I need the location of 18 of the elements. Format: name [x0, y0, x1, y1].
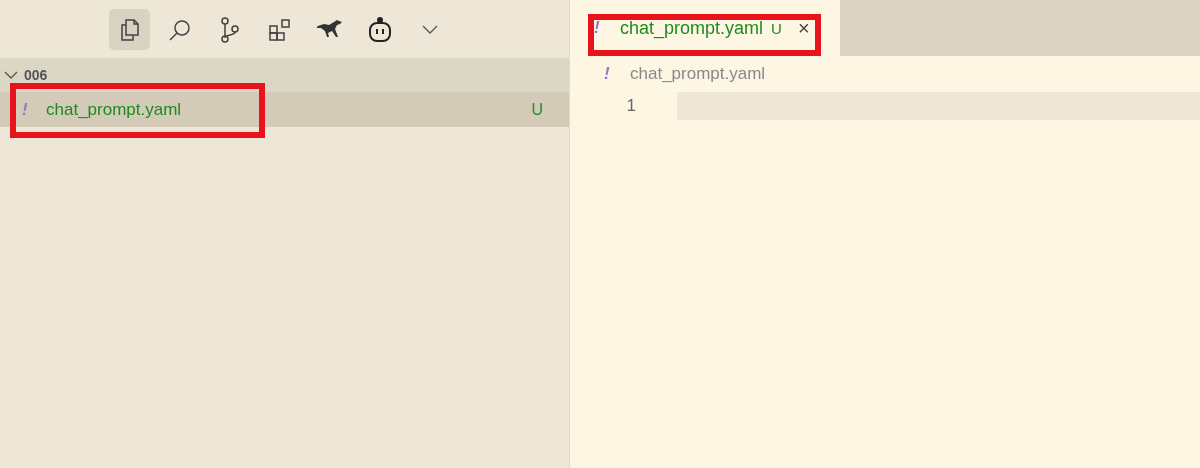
yaml-icon: ! [22, 99, 46, 120]
status-letter: U [531, 100, 543, 119]
close-button[interactable]: × [797, 16, 810, 40]
search-icon [167, 17, 192, 42]
robot-icon [367, 16, 392, 43]
extensions-icon [267, 17, 292, 42]
yaml-icon: ! [594, 18, 620, 38]
status-letter: U [771, 19, 782, 37]
yaml-icon: ! [604, 64, 630, 84]
branch-icon [219, 16, 240, 43]
files-button[interactable] [109, 9, 150, 50]
chevron-down-icon [421, 24, 438, 35]
line-number: 1 [625, 96, 637, 116]
folder-name: 006 [24, 67, 48, 83]
tab-label: chat_prompt.yaml [620, 17, 764, 39]
file-name: chat_prompt.yaml [46, 99, 183, 120]
files-icon [118, 17, 141, 42]
chevron-down-icon[interactable] [4, 70, 18, 80]
